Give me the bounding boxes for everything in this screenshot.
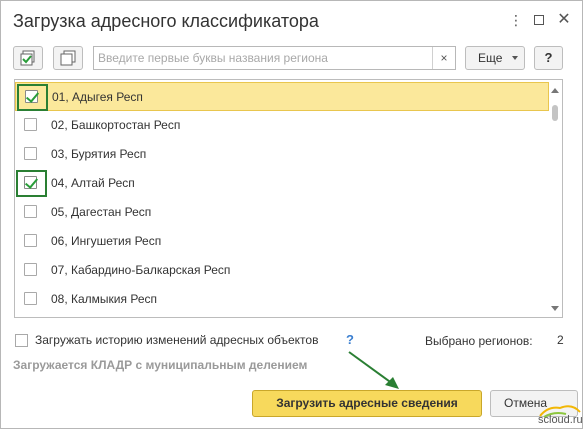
help-button[interactable]: ? xyxy=(534,46,563,70)
more-button[interactable]: Еще xyxy=(465,46,525,70)
selected-regions-label: Выбрано регионов: xyxy=(425,334,533,348)
region-label: 04, Алтай Респ xyxy=(51,176,135,190)
more-vertical-icon[interactable]: ⋮ xyxy=(508,12,524,28)
uncheck-all-button[interactable] xyxy=(53,46,83,70)
status-text: Загружается КЛАДР с муниципальным делени… xyxy=(13,358,308,372)
checkbox-highlight xyxy=(16,170,47,197)
region-list: 01, Адыгея Респ 02, Башкортостан Респ 03… xyxy=(14,79,563,318)
region-row[interactable]: 03, Бурятия Респ xyxy=(15,140,549,169)
load-address-data-button[interactable]: Загрузить адресные сведения xyxy=(252,390,482,417)
history-help-icon[interactable]: ? xyxy=(346,332,354,347)
region-row[interactable]: 08, Калмыкия Респ xyxy=(15,285,549,314)
watermark-text: scloud.ru xyxy=(538,414,583,426)
scloud-logo: scloud.ru xyxy=(538,402,583,430)
region-checkbox[interactable] xyxy=(24,292,37,305)
region-row[interactable]: 01, Адыгея Респ xyxy=(15,82,549,111)
region-row[interactable]: 02, Башкортостан Респ xyxy=(15,111,549,140)
load-history-checkbox[interactable] xyxy=(15,334,28,347)
dialog-window: Загрузка адресного классификатора ⋮ ✕ × … xyxy=(0,0,583,429)
region-label: 06, Ингушетия Респ xyxy=(51,234,162,248)
region-checkbox[interactable] xyxy=(24,147,37,160)
region-search: × xyxy=(93,46,456,70)
check-all-button[interactable] xyxy=(13,46,43,70)
region-row[interactable]: 04, Алтай Респ xyxy=(15,169,549,198)
chevron-down-icon xyxy=(512,56,518,60)
clear-icon: × xyxy=(440,51,448,65)
uncheck-all-icon xyxy=(60,50,76,66)
region-row[interactable]: 05, Дагестан Респ xyxy=(15,198,549,227)
region-row[interactable]: 06, Ингушетия Респ xyxy=(15,227,549,256)
maximize-icon[interactable] xyxy=(531,12,547,28)
region-label: 07, Кабардино-Балкарская Респ xyxy=(51,263,231,277)
selected-regions-count: 2 xyxy=(557,333,564,347)
region-label: 01, Адыгея Респ xyxy=(52,90,143,104)
region-checkbox[interactable] xyxy=(24,263,37,276)
scroll-up-icon[interactable] xyxy=(551,88,559,93)
region-checkbox[interactable] xyxy=(24,234,37,247)
region-checkbox[interactable] xyxy=(24,118,37,131)
checkbox-highlight xyxy=(17,84,48,111)
more-button-label: Еще xyxy=(478,51,503,65)
scroll-thumb[interactable] xyxy=(552,105,558,121)
dialog-title: Загрузка адресного классификатора xyxy=(13,11,319,31)
close-icon[interactable]: ✕ xyxy=(556,12,572,28)
list-scrollbar[interactable] xyxy=(548,80,562,317)
region-label: 08, Калмыкия Респ xyxy=(51,292,157,306)
region-search-input[interactable] xyxy=(94,47,429,69)
region-row[interactable]: 07, Кабардино-Балкарская Респ xyxy=(15,256,549,285)
region-label: 03, Бурятия Респ xyxy=(51,147,147,161)
region-checkbox[interactable] xyxy=(24,205,37,218)
clear-search-button[interactable]: × xyxy=(432,47,455,69)
load-history-label: Загружать историю изменений адресных объ… xyxy=(35,333,319,347)
scroll-down-icon[interactable] xyxy=(551,306,559,311)
annotation-arrow xyxy=(348,351,399,389)
region-label: 02, Башкортостан Респ xyxy=(51,118,181,132)
help-icon: ? xyxy=(544,50,553,65)
check-all-icon xyxy=(20,50,35,66)
region-label: 05, Дагестан Респ xyxy=(51,205,152,219)
